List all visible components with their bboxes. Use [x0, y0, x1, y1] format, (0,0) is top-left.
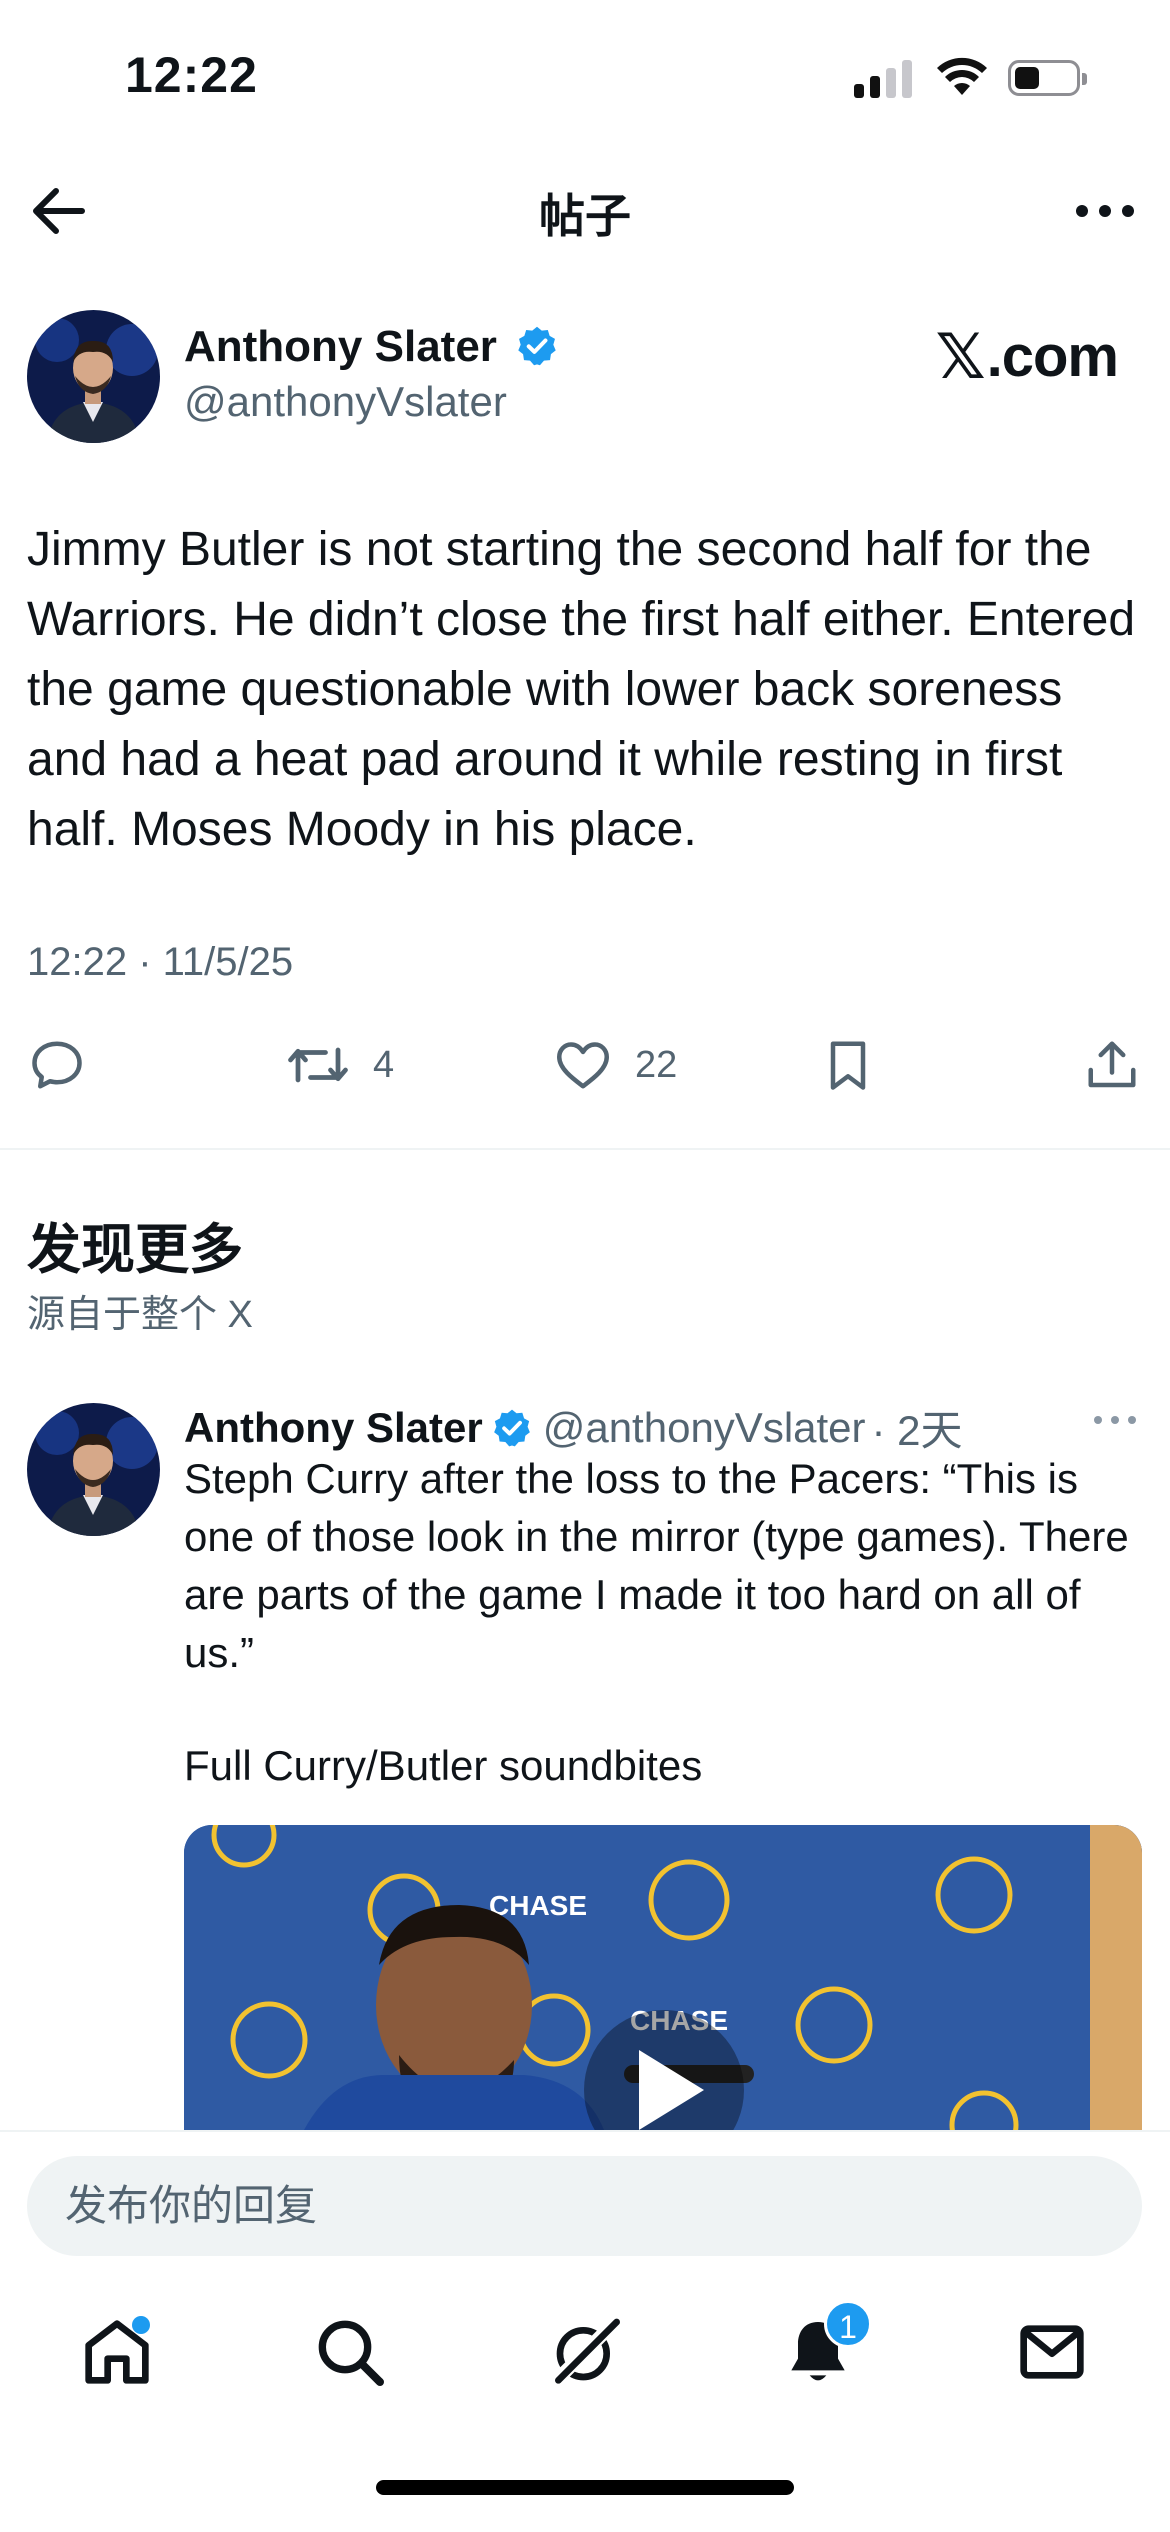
status-bar: 12:22 — [0, 0, 1170, 140]
heart-icon — [557, 1042, 609, 1089]
video-thumbnail[interactable]: CHASE CHASE — [184, 1825, 1142, 2130]
status-time: 12:22 — [125, 47, 258, 103]
nav-grok[interactable] — [545, 2312, 625, 2392]
author-avatar[interactable] — [27, 310, 160, 443]
second-tweet-author-handle[interactable]: @anthonyVslater — [543, 1404, 866, 1452]
retweet-icon — [288, 1047, 348, 1083]
nav-messages[interactable] — [1012, 2312, 1092, 2392]
more-options-icon[interactable] — [1070, 186, 1140, 236]
search-icon — [318, 2320, 384, 2386]
x-logo-icon: 𝕏 — [935, 320, 986, 393]
like-count: 22 — [635, 1043, 678, 1086]
discover-more-subtitle: 源自于整个 X — [27, 1294, 253, 1336]
mail-icon — [1020, 2325, 1084, 2379]
bottom-nav: 1 — [0, 2270, 1170, 2440]
page-title: 帖子 — [539, 190, 631, 242]
home-unread-dot — [132, 2316, 150, 2334]
retweet-count: 4 — [373, 1043, 395, 1086]
x-com-text: .com — [986, 324, 1119, 389]
reply-input[interactable]: 发布你的回复 — [27, 2156, 1142, 2256]
author-name-text[interactable]: Anthony Slater — [184, 322, 497, 371]
more-options-icon[interactable] — [1090, 1405, 1140, 1435]
second-tweet-text: Steph Curry after the loss to the Pacers… — [184, 1455, 1129, 1676]
second-tweet-avatar[interactable] — [27, 1403, 160, 1536]
tweet-text: Jimmy Butler is not starting the second … — [27, 523, 1136, 856]
like-button[interactable]: 22 — [553, 1035, 677, 1095]
reply-icon — [32, 1041, 82, 1089]
share-icon — [1088, 1041, 1136, 1088]
nav-home[interactable] — [77, 2312, 157, 2392]
bookmark-icon — [830, 1041, 866, 1090]
wifi-icon — [937, 57, 987, 95]
second-tweet-author-name[interactable]: Anthony Slater — [184, 1404, 483, 1452]
cellular-signal-icon — [854, 58, 916, 98]
grok-icon — [550, 2317, 620, 2387]
second-tweet-age: · 2天 — [871, 1407, 963, 1454]
nav-notifications[interactable]: 1 — [778, 2300, 872, 2392]
second-tweet-header: Anthony Slater @anthonyVslater · 2天 — [184, 1397, 963, 1458]
reply-button[interactable] — [27, 1035, 87, 1095]
x-com-brand: 𝕏 .com — [935, 320, 1119, 393]
retweet-button[interactable]: 4 — [285, 1035, 394, 1095]
verified-badge-icon — [518, 327, 556, 366]
battery-icon — [1008, 60, 1087, 96]
share-button[interactable] — [1082, 1035, 1142, 1095]
discover-more-title: 发现更多 — [27, 1220, 243, 1280]
header: 帖子 — [0, 160, 1170, 250]
author-name[interactable]: Anthony Slater — [184, 322, 559, 372]
tweet-actions: 4 22 — [0, 1035, 1170, 1105]
reply-area: 发布你的回复 — [0, 2130, 1170, 2260]
notifications-badge: 1 — [824, 2300, 872, 2348]
tweet-timestamp[interactable]: 12:22 · 11/5/25 — [27, 940, 293, 985]
media-brand-text: CHASE — [489, 1890, 587, 1921]
bookmark-button[interactable] — [818, 1035, 878, 1095]
author-handle[interactable]: @anthonyVslater — [184, 378, 507, 426]
home-indicator[interactable] — [376, 2480, 794, 2495]
second-tweet-extra-line: Full Curry/Butler soundbites — [184, 1742, 703, 1789]
section-divider — [0, 1148, 1170, 1150]
verified-badge-icon — [493, 1409, 530, 1446]
nav-search[interactable] — [310, 2312, 390, 2392]
